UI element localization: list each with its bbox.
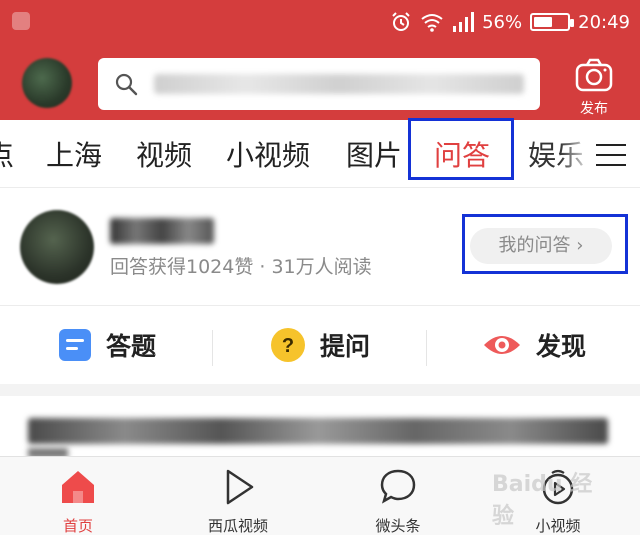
article-card[interactable] bbox=[0, 396, 640, 456]
play-icon bbox=[226, 469, 254, 505]
notification-icon bbox=[12, 12, 30, 30]
divider bbox=[426, 330, 427, 366]
answer-button[interactable]: 答题 bbox=[58, 326, 156, 364]
answer-label: 答题 bbox=[106, 332, 157, 361]
publish-button[interactable]: 发布 bbox=[566, 56, 622, 117]
header-bar: 56% 20:49 发布 bbox=[0, 0, 640, 120]
search-hint-blurred bbox=[154, 74, 524, 94]
profile-stats: 回答获得1024赞 · 31万人阅读 bbox=[110, 256, 372, 278]
discover-label: 发现 bbox=[536, 332, 587, 361]
nav-home[interactable]: 首页 bbox=[18, 467, 138, 535]
signal-icon bbox=[453, 12, 475, 32]
menu-icon[interactable] bbox=[596, 144, 626, 168]
ask-button[interactable]: ? 提问 bbox=[270, 326, 370, 364]
tab-video[interactable]: 视频 bbox=[136, 134, 192, 174]
article-title-blurred-2 bbox=[28, 448, 68, 456]
nav-weitoutiao-label: 微头条 bbox=[375, 517, 421, 535]
section-gap bbox=[0, 384, 640, 396]
nav-weitoutiao[interactable]: 微头条 bbox=[338, 467, 458, 535]
divider bbox=[212, 330, 213, 366]
qa-actions: 答题 ? 提问 发现 bbox=[0, 306, 640, 384]
alarm-icon bbox=[392, 12, 410, 31]
eye-icon bbox=[484, 336, 520, 354]
article-title-blurred bbox=[28, 418, 608, 444]
ask-label: 提问 bbox=[320, 332, 371, 361]
answer-icon bbox=[59, 329, 91, 361]
tab-shanghai[interactable]: 上海 bbox=[46, 134, 102, 174]
chat-bubble-icon bbox=[380, 469, 416, 504]
battery-fill bbox=[534, 17, 553, 27]
search-box[interactable] bbox=[98, 58, 540, 110]
tab-pictures[interactable]: 图片 bbox=[346, 134, 402, 174]
channel-tabs: 点 上海 视频 小视频 图片 问答 娱乐 bbox=[0, 120, 640, 188]
status-right: 56% 20:49 bbox=[390, 8, 630, 36]
nav-small-video-label: 小视频 bbox=[535, 517, 581, 535]
battery-icon bbox=[530, 13, 575, 31]
user-avatar[interactable] bbox=[22, 58, 72, 108]
highlight-box-tab bbox=[408, 118, 514, 180]
publish-label: 发布 bbox=[580, 101, 608, 117]
search-icon bbox=[115, 73, 138, 96]
app-screen: 56% 20:49 发布 点 上海 视频 小视频 图片 问答 娱乐 回答获得10… bbox=[0, 0, 640, 535]
tab-small-video[interactable]: 小视频 bbox=[226, 134, 310, 174]
discover-button[interactable]: 发现 bbox=[482, 326, 586, 364]
wifi-icon bbox=[421, 14, 443, 32]
battery-percent: 56% bbox=[482, 11, 523, 33]
nav-home-label: 首页 bbox=[62, 517, 93, 535]
home-icon bbox=[62, 471, 94, 503]
camera-icon bbox=[575, 58, 613, 92]
highlight-box-my-qa bbox=[462, 214, 628, 274]
profile-avatar[interactable] bbox=[20, 210, 94, 284]
question-icon: ? bbox=[271, 328, 305, 362]
watermark-logo: Baidu 经验 bbox=[492, 472, 593, 529]
nav-xigua-video[interactable]: 西瓜视频 bbox=[178, 467, 298, 535]
clock: 20:49 bbox=[578, 11, 630, 33]
nav-xigua-label: 西瓜视频 bbox=[207, 517, 268, 535]
svg-text:?: ? bbox=[282, 335, 294, 357]
tab-dian[interactable]: 点 bbox=[0, 134, 14, 174]
status-bar: 56% 20:49 bbox=[0, 0, 640, 44]
profile-name-blurred bbox=[110, 218, 214, 244]
